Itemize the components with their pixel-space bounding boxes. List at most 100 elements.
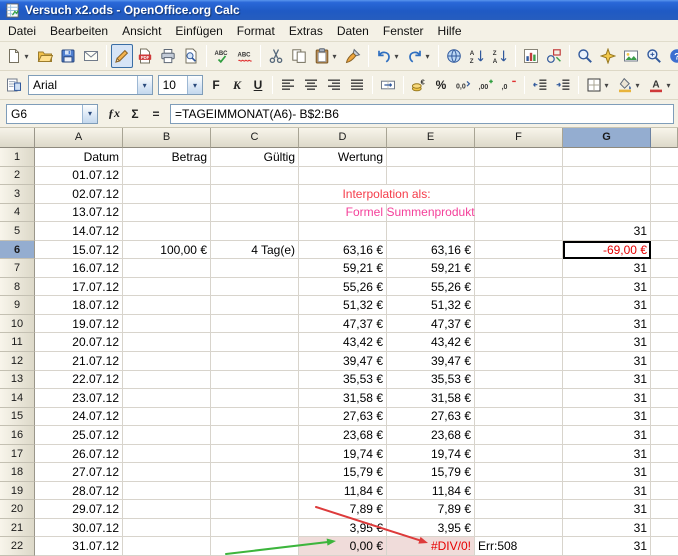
cell-D15[interactable]: 27,63 € xyxy=(299,408,387,427)
bold-button[interactable]: F xyxy=(206,73,226,97)
save-button[interactable] xyxy=(57,44,79,68)
font-color-dropdown-icon[interactable]: ▾ xyxy=(665,81,672,90)
increase-indent-button[interactable] xyxy=(552,73,574,97)
cell-F16[interactable] xyxy=(475,426,563,445)
align-left-button[interactable] xyxy=(277,73,299,97)
function-wizard-button[interactable]: ƒx xyxy=(104,102,124,126)
cell-F22[interactable]: Err:508 xyxy=(475,537,563,556)
cell-F1[interactable] xyxy=(475,148,563,167)
row-header-19[interactable]: 19 xyxy=(0,482,35,501)
cell-A21[interactable]: 30.07.12 xyxy=(35,519,123,538)
decrease-indent-button[interactable] xyxy=(529,73,551,97)
cell-A4[interactable]: 13.07.12 xyxy=(35,204,123,223)
cell-G19[interactable]: 31 xyxy=(563,482,651,501)
print-button[interactable] xyxy=(157,44,179,68)
cell-D1[interactable]: Wertung xyxy=(299,148,387,167)
cell-A13[interactable]: 22.07.12 xyxy=(35,371,123,390)
cell-B1[interactable]: Betrag xyxy=(123,148,211,167)
cell-E4[interactable]: Summenprodukt xyxy=(387,204,475,223)
cell-A22[interactable]: 31.07.12 xyxy=(35,537,123,556)
cell-B7[interactable] xyxy=(123,259,211,278)
cell-A5[interactable]: 14.07.12 xyxy=(35,222,123,241)
edit-file-button[interactable] xyxy=(111,44,133,68)
column-header-F[interactable]: F xyxy=(475,128,563,148)
cell-C13[interactable] xyxy=(211,371,299,390)
cell-G5[interactable]: 31 xyxy=(563,222,651,241)
sort-descending-button[interactable]: ZA xyxy=(489,44,511,68)
font-color-button[interactable]: A▾ xyxy=(645,73,675,97)
name-box-combo[interactable]: G6 ▾ xyxy=(6,104,98,124)
cell-partial-1[interactable] xyxy=(651,148,678,167)
undo-dropdown-icon[interactable]: ▾ xyxy=(393,52,400,61)
email-button[interactable] xyxy=(80,44,102,68)
cell-G20[interactable]: 31 xyxy=(563,500,651,519)
cell-F21[interactable] xyxy=(475,519,563,538)
cell-B20[interactable] xyxy=(123,500,211,519)
cell-G11[interactable]: 31 xyxy=(563,333,651,352)
cell-partial-11[interactable] xyxy=(651,333,678,352)
cell-E11[interactable]: 43,42 € xyxy=(387,333,475,352)
sum-button[interactable]: Σ xyxy=(125,102,145,126)
page-preview-button[interactable] xyxy=(180,44,202,68)
cell-partial-21[interactable] xyxy=(651,519,678,538)
cell-D16[interactable]: 23,68 € xyxy=(299,426,387,445)
row-header-4[interactable]: 4 xyxy=(0,204,35,223)
cell-E21[interactable]: 3,95 € xyxy=(387,519,475,538)
cell-B6[interactable]: 100,00 € xyxy=(123,241,211,260)
row-header-3[interactable]: 3 xyxy=(0,185,35,204)
cell-A14[interactable]: 23.07.12 xyxy=(35,389,123,408)
cell-partial-2[interactable] xyxy=(651,167,678,186)
borders-dropdown-icon[interactable]: ▾ xyxy=(603,81,610,90)
navigator-button[interactable] xyxy=(597,44,619,68)
row-header-7[interactable]: 7 xyxy=(0,259,35,278)
cell-partial-10[interactable] xyxy=(651,315,678,334)
cell-D22[interactable]: 0,00 € xyxy=(299,537,387,556)
cell-C10[interactable] xyxy=(211,315,299,334)
cell-F12[interactable] xyxy=(475,352,563,371)
formula-input[interactable] xyxy=(170,104,674,124)
cell-B18[interactable] xyxy=(123,463,211,482)
cell-F18[interactable] xyxy=(475,463,563,482)
cell-A1[interactable]: Datum xyxy=(35,148,123,167)
font-name-dropdown-icon[interactable]: ▾ xyxy=(137,76,152,94)
open-button[interactable] xyxy=(34,44,56,68)
cell-B10[interactable] xyxy=(123,315,211,334)
cell-E14[interactable]: 31,58 € xyxy=(387,389,475,408)
cell-B3[interactable] xyxy=(123,185,211,204)
redo-button[interactable]: ▾ xyxy=(404,44,434,68)
column-header-B[interactable]: B xyxy=(123,128,211,148)
cell-G14[interactable]: 31 xyxy=(563,389,651,408)
cell-G1[interactable] xyxy=(563,148,651,167)
cell-D14[interactable]: 31,58 € xyxy=(299,389,387,408)
cell-partial-22[interactable] xyxy=(651,537,678,556)
cell-G6[interactable]: -69,00 € xyxy=(563,241,651,260)
cell-D19[interactable]: 11,84 € xyxy=(299,482,387,501)
sort-ascending-button[interactable]: AZ xyxy=(466,44,488,68)
row-header-11[interactable]: 11 xyxy=(0,333,35,352)
select-all-corner[interactable] xyxy=(0,128,35,148)
cell-C21[interactable] xyxy=(211,519,299,538)
cell-B22[interactable] xyxy=(123,537,211,556)
row-header-20[interactable]: 20 xyxy=(0,500,35,519)
cell-partial-16[interactable] xyxy=(651,426,678,445)
menu-item-bearbeiten[interactable]: Bearbeiten xyxy=(43,21,115,41)
cell-F11[interactable] xyxy=(475,333,563,352)
cell-partial-4[interactable] xyxy=(651,204,678,223)
cell-A9[interactable]: 18.07.12 xyxy=(35,296,123,315)
cell-D2[interactable] xyxy=(299,167,387,186)
cell-C16[interactable] xyxy=(211,426,299,445)
cell-E5[interactable] xyxy=(387,222,475,241)
cell-E1[interactable] xyxy=(387,148,475,167)
cell-B14[interactable] xyxy=(123,389,211,408)
menu-item-datei[interactable]: Datei xyxy=(1,21,43,41)
background-color-button[interactable]: ▾ xyxy=(614,73,644,97)
cell-D8[interactable]: 55,26 € xyxy=(299,278,387,297)
cell-E13[interactable]: 35,53 € xyxy=(387,371,475,390)
cell-G15[interactable]: 31 xyxy=(563,408,651,427)
cell-C1[interactable]: Gültig xyxy=(211,148,299,167)
cell-G9[interactable]: 31 xyxy=(563,296,651,315)
cell-A12[interactable]: 21.07.12 xyxy=(35,352,123,371)
cell-G16[interactable]: 31 xyxy=(563,426,651,445)
cell-F15[interactable] xyxy=(475,408,563,427)
cell-F6[interactable] xyxy=(475,241,563,260)
